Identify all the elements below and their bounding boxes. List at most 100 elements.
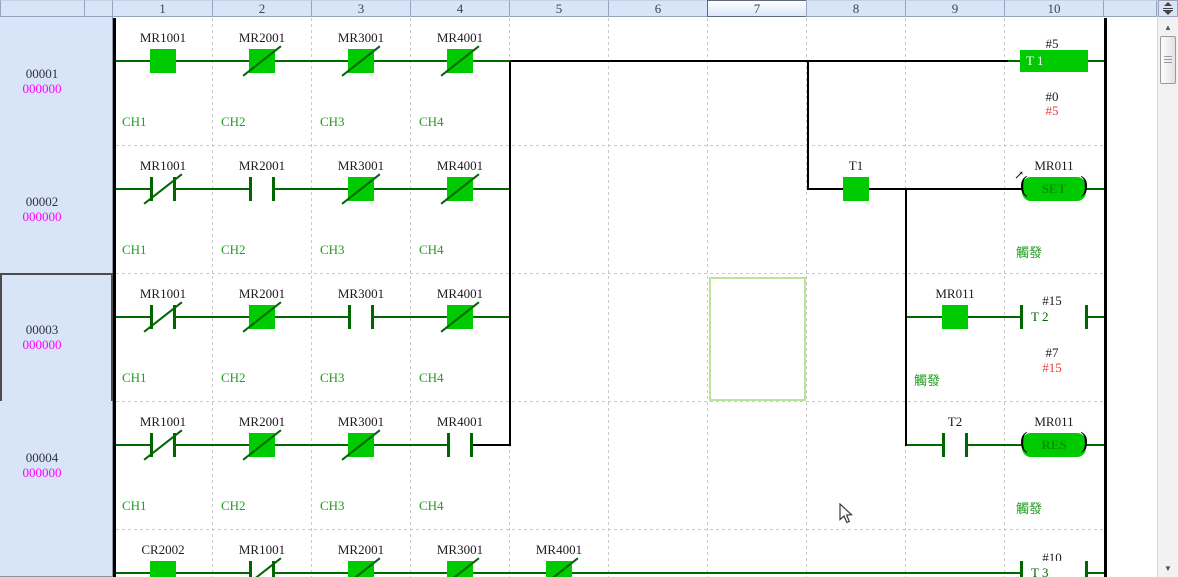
rung-number-cell-5[interactable] <box>0 529 85 577</box>
channel-label: CH3 <box>320 242 345 258</box>
coil-paren-left-icon: ( <box>1020 428 1028 454</box>
contact-mr4001[interactable] <box>447 433 473 457</box>
timer-setpoint: #15 <box>1026 360 1078 376</box>
rung-step: 000000 <box>23 337 62 352</box>
branch-wire <box>807 61 809 190</box>
rung-step: 000000 <box>23 465 62 480</box>
contact-mr4001[interactable] <box>447 305 473 329</box>
contact-mr1001[interactable] <box>150 177 176 201</box>
contact-mr1001[interactable] <box>249 561 275 577</box>
scrollbar-thumb[interactable] <box>1160 36 1176 84</box>
contact-mr2001[interactable] <box>249 433 275 457</box>
channel-label: CH1 <box>122 114 147 130</box>
contact-mr3001[interactable] <box>348 433 374 457</box>
rung-flag-cell-3[interactable] <box>84 273 113 402</box>
set-coil-mr011[interactable]: ↗ ( SET ) <box>1022 177 1086 201</box>
contact-mr011[interactable] <box>942 305 968 329</box>
contact-label: MR2001 <box>222 158 302 174</box>
rung-number-cell-1[interactable]: 00001 000000 <box>0 17 85 146</box>
rung-flag-cell-4[interactable] <box>84 401 113 530</box>
contact-label: MR3001 <box>420 542 500 558</box>
timer-coil-t2[interactable]: T 2 <box>1020 305 1088 329</box>
contact-mr3001[interactable] <box>447 561 473 577</box>
scroll-up-button[interactable]: ▲ <box>1158 20 1178 34</box>
rung-flag-cell-5[interactable] <box>84 529 113 577</box>
res-coil-mr011[interactable]: ( RES ) <box>1022 433 1086 457</box>
timer-text: T 1 <box>1026 53 1043 69</box>
contact-t1[interactable] <box>843 177 869 201</box>
contact-mr4001[interactable] <box>546 561 572 577</box>
contact-t2[interactable] <box>942 433 968 457</box>
scroll-down-button[interactable]: ▼ <box>1158 561 1178 575</box>
splitter-handle[interactable] <box>1158 0 1178 17</box>
contact-mr1001[interactable] <box>150 49 176 73</box>
contact-mr2001[interactable] <box>348 561 374 577</box>
channel-label: CH2 <box>221 114 246 130</box>
column-header-8[interactable]: 8 <box>806 0 906 17</box>
contact-mr1001[interactable] <box>150 433 176 457</box>
timer-coil-t3[interactable]: T 3 <box>1020 561 1088 577</box>
channel-label: CH4 <box>419 242 444 258</box>
coil-paren-right-icon: ) <box>1080 428 1088 454</box>
coil-paren-right-icon: ) <box>1080 172 1088 198</box>
contact-mr4001[interactable] <box>447 49 473 73</box>
grid-line <box>116 145 1104 146</box>
column-header-1[interactable]: 1 <box>112 0 213 17</box>
rung-number-cell-4[interactable]: 00004 000000 <box>0 401 85 530</box>
contact-label: T2 <box>915 414 995 430</box>
rung-flag-cell-2[interactable] <box>84 145 113 274</box>
column-header-6[interactable]: 6 <box>608 0 708 17</box>
column-header-4[interactable]: 4 <box>410 0 510 17</box>
contact-mr2001[interactable] <box>249 177 275 201</box>
contact-label: MR3001 <box>321 414 401 430</box>
rung-number-cell-3[interactable]: 00003 000000 <box>0 273 85 402</box>
grid-line <box>116 401 1104 402</box>
ladder-editor-window: 1 2 3 4 5 6 7 8 9 10 00001 000000 00002 … <box>0 0 1178 577</box>
rung-id: 00004 <box>26 450 59 465</box>
left-power-rail <box>113 18 116 577</box>
column-header-5[interactable]: 5 <box>509 0 609 17</box>
channel-label: CH3 <box>320 114 345 130</box>
contact-label: MR3001 <box>321 286 401 302</box>
contact-label: MR1001 <box>222 542 302 558</box>
timer-current: #7 <box>1026 345 1078 361</box>
timer-setpoint: #5 <box>1026 103 1078 119</box>
rung-step: 000000 <box>23 81 62 96</box>
contact-mr1001[interactable] <box>150 305 176 329</box>
mouse-cursor <box>839 503 854 529</box>
wire <box>1086 188 1104 190</box>
contact-label: MR4001 <box>420 30 500 46</box>
contact-mr3001[interactable] <box>348 49 374 73</box>
header-corner-right <box>1103 0 1157 17</box>
rung-step: 000000 <box>23 209 62 224</box>
rung-id: 00001 <box>26 66 59 81</box>
branch-wire <box>905 189 907 446</box>
vertical-scrollbar[interactable]: ▲ ▼ <box>1157 0 1178 577</box>
column-header-3[interactable]: 3 <box>311 0 411 17</box>
channel-label: CH4 <box>419 498 444 514</box>
rung-number-cell-2[interactable]: 00002 000000 <box>0 145 85 274</box>
contact-mr4001[interactable] <box>447 177 473 201</box>
rung-id: 00003 <box>26 322 59 337</box>
coil-op: SET <box>1042 181 1067 197</box>
column-header-9[interactable]: 9 <box>905 0 1005 17</box>
contact-label: MR1001 <box>123 414 203 430</box>
column-header-2[interactable]: 2 <box>212 0 312 17</box>
contact-cr2002[interactable] <box>150 561 176 577</box>
channel-label: CH1 <box>122 242 147 258</box>
contact-label: MR2001 <box>222 30 302 46</box>
contact-mr3001[interactable] <box>348 305 374 329</box>
right-power-rail <box>1104 18 1107 577</box>
timer-text: T 2 <box>1031 309 1048 325</box>
column-header-10[interactable]: 10 <box>1004 0 1104 17</box>
rung-flag-cell-1[interactable] <box>84 17 113 146</box>
contact-mr2001[interactable] <box>249 305 275 329</box>
contact-label: MR4001 <box>420 414 500 430</box>
contact-label: MR1001 <box>123 30 203 46</box>
contact-mr3001[interactable] <box>348 177 374 201</box>
contact-mr2001[interactable] <box>249 49 275 73</box>
contact-label: MR4001 <box>420 286 500 302</box>
timer-coil-t1[interactable]: T 1 <box>1020 50 1088 72</box>
column-header-7-selected[interactable]: 7 <box>707 0 807 17</box>
contact-label: MR1001 <box>123 286 203 302</box>
